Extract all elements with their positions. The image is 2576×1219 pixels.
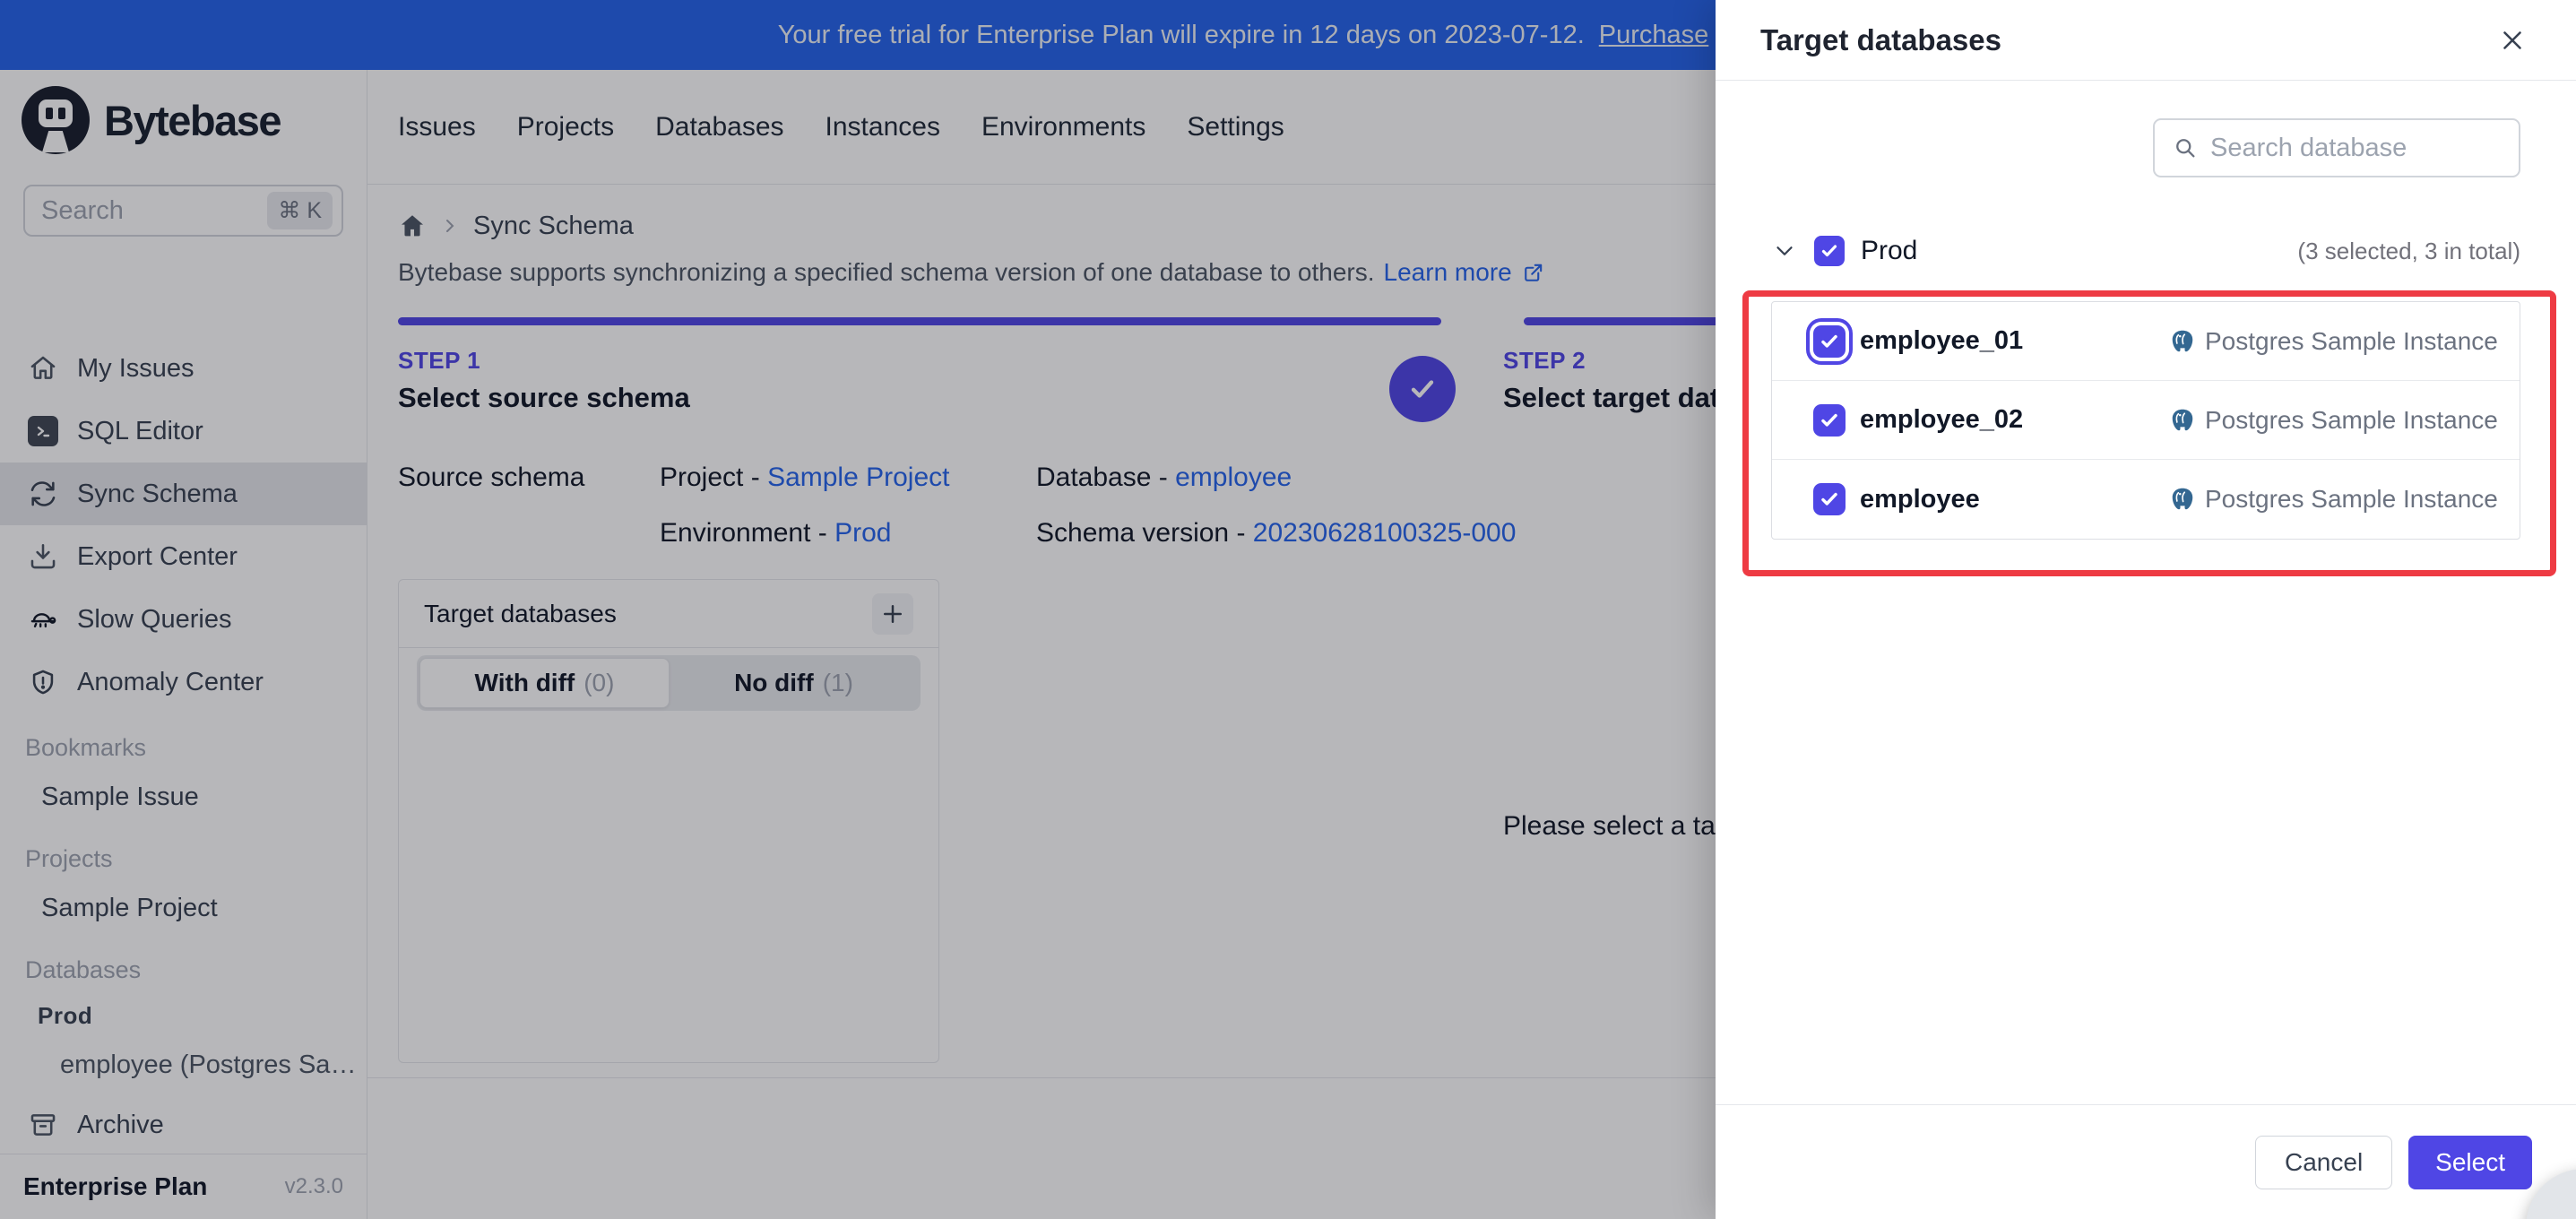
database-search-input[interactable] bbox=[2210, 133, 2501, 163]
postgres-icon bbox=[2169, 328, 2196, 355]
employee-checkbox[interactable] bbox=[1813, 483, 1846, 515]
database-row-employee-02[interactable]: employee_02 Postgres Sample Instance bbox=[1772, 381, 2520, 460]
instance-name: Postgres Sample Instance bbox=[2205, 326, 2498, 355]
drawer-title: Target databases bbox=[1760, 22, 2001, 56]
database-row-employee-01[interactable]: employee_01 Postgres Sample Instance bbox=[1772, 302, 2520, 381]
drawer-footer: Cancel Select bbox=[1716, 1104, 2576, 1219]
close-icon bbox=[2497, 25, 2528, 56]
drawer-body: Prod (3 selected, 3 in total) employee_0… bbox=[1716, 81, 2576, 576]
database-list: employee_01 Postgres Sample Instance emp… bbox=[1771, 301, 2520, 540]
database-name: employee_01 bbox=[1860, 326, 2024, 355]
employee-02-checkbox[interactable] bbox=[1813, 403, 1846, 437]
postgres-icon bbox=[2169, 407, 2196, 434]
cancel-button[interactable]: Cancel bbox=[2255, 1135, 2393, 1189]
target-databases-drawer: Target databases Prod (3 selected, bbox=[1716, 0, 2576, 1219]
instance-name: Postgres Sample Instance bbox=[2205, 485, 2498, 513]
postgres-icon bbox=[2169, 486, 2196, 513]
database-name: employee_02 bbox=[1860, 405, 2024, 434]
instance-info: Postgres Sample Instance bbox=[2169, 327, 2498, 356]
select-button[interactable]: Select bbox=[2408, 1135, 2532, 1189]
selection-summary: (3 selected, 3 in total) bbox=[2297, 237, 2520, 264]
instance-info: Postgres Sample Instance bbox=[2169, 485, 2498, 514]
annotation-highlight-box: employee_01 Postgres Sample Instance emp… bbox=[1742, 290, 2556, 576]
database-row-employee[interactable]: employee Postgres Sample Instance bbox=[1772, 460, 2520, 539]
search-icon bbox=[2173, 135, 2198, 160]
database-search[interactable] bbox=[2153, 118, 2520, 177]
instance-info: Postgres Sample Instance bbox=[2169, 406, 2498, 435]
chevron-down-icon[interactable] bbox=[1771, 238, 1798, 264]
group-name: Prod bbox=[1861, 236, 1918, 265]
instance-name: Postgres Sample Instance bbox=[2205, 405, 2498, 434]
employee-01-checkbox[interactable] bbox=[1813, 324, 1846, 358]
environment-group-row: Prod (3 selected, 3 in total) bbox=[1771, 224, 2520, 278]
drawer-header: Target databases bbox=[1716, 0, 2576, 81]
prod-group-checkbox[interactable] bbox=[1814, 236, 1845, 266]
database-name: employee bbox=[1860, 484, 1980, 514]
close-button[interactable] bbox=[2494, 22, 2531, 59]
